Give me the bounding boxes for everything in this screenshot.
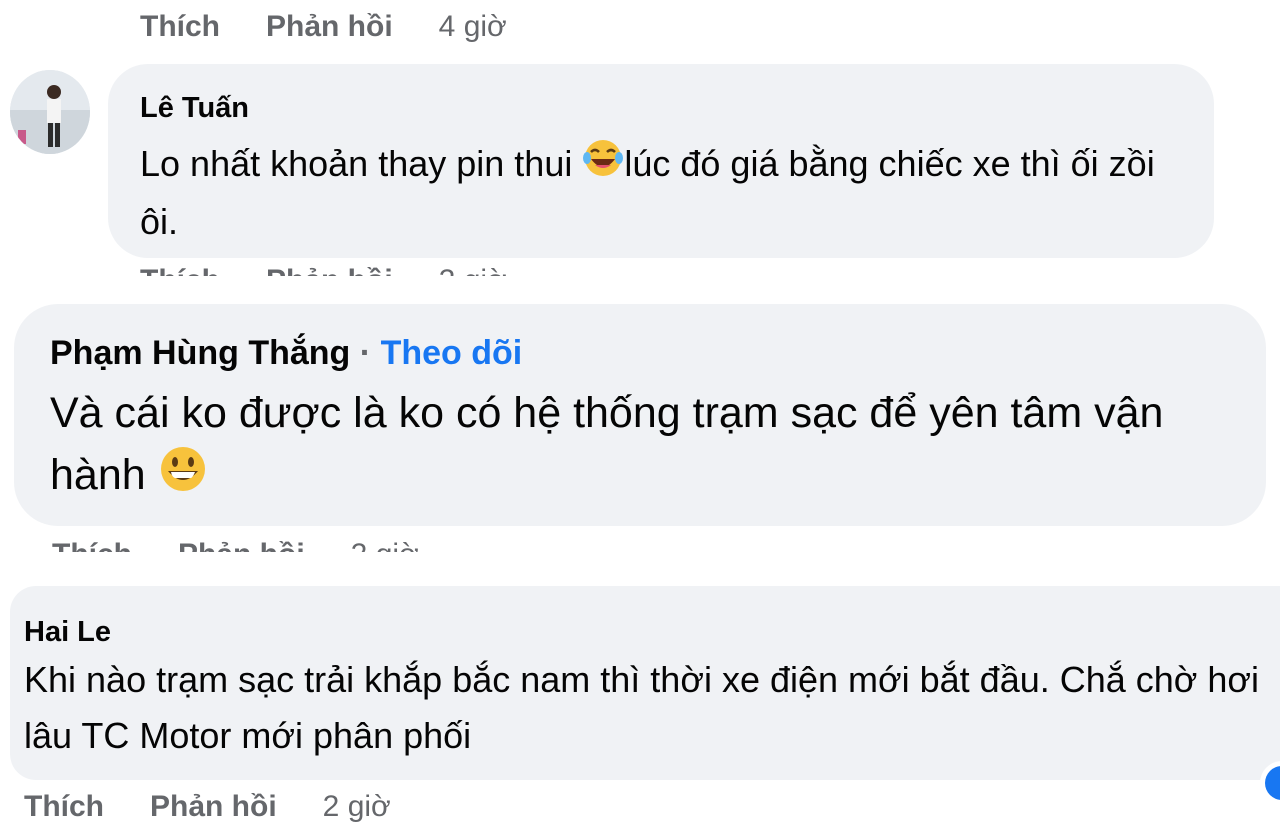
- comment-author[interactable]: Lê Tuấn: [140, 92, 249, 125]
- comment-actions: Thích Phản hồi 2 giờ: [52, 540, 419, 552]
- comment-text-part: Lo nhất khoản thay pin thui: [140, 143, 573, 184]
- comment-timestamp[interactable]: 4 giờ: [439, 10, 507, 44]
- comment-author[interactable]: Phạm Hùng Thắng: [50, 334, 350, 372]
- comment-bubble: Hai Le Khi nào trạm sạc trải khắp bắc na…: [10, 586, 1280, 780]
- comment-actions: Thích Phản hồi 2 giờ: [24, 790, 391, 824]
- comment-actions-top: Thích Phản hồi 4 giờ: [140, 10, 507, 44]
- separator-dot: ·: [359, 334, 372, 372]
- like-button[interactable]: Thích: [52, 540, 132, 552]
- comment-header: Phạm Hùng Thắng · Theo dõi: [50, 334, 522, 373]
- comment-bubble: Lê Tuấn Lo nhất khoản thay pin thui lúc …: [108, 64, 1214, 258]
- reply-button[interactable]: Phản hồi: [150, 790, 277, 824]
- comment-timestamp[interactable]: 2 giờ: [323, 790, 391, 824]
- comment-text: Lo nhất khoản thay pin thui lúc đó giá b…: [140, 136, 1170, 250]
- grinning-face-emoji: [158, 444, 208, 511]
- comment-timestamp[interactable]: 2 giờ: [351, 540, 419, 552]
- reply-button[interactable]: Phản hồi: [178, 540, 305, 552]
- comment-author[interactable]: Hai Le: [24, 616, 111, 649]
- laughing-tears-emoji: [582, 138, 624, 194]
- reply-button[interactable]: Phản hồi: [266, 266, 393, 276]
- avatar[interactable]: [10, 70, 90, 154]
- comment-text: Và cái ko được là ko có hệ thống trạm sạ…: [50, 382, 1170, 511]
- like-button[interactable]: Thích: [140, 266, 220, 276]
- comment-actions: Thích Phản hồi 2 giờ: [140, 266, 507, 276]
- avatar-photo: [10, 70, 90, 154]
- reply-button[interactable]: Phản hồi: [266, 10, 393, 44]
- like-button[interactable]: Thích: [140, 10, 220, 44]
- comment-text-part: Khi nào trạm sạc trải khắp bắc nam thì t…: [24, 659, 1260, 756]
- follow-link[interactable]: Theo dõi: [381, 334, 523, 372]
- comment-text-part: Và cái ko được là ko có hệ thống trạm sạ…: [50, 389, 1164, 499]
- comment-timestamp[interactable]: 2 giờ: [439, 266, 507, 276]
- like-reaction-icon: [1260, 761, 1280, 805]
- comment-text: Khi nào trạm sạc trải khắp bắc nam thì t…: [24, 652, 1279, 764]
- reaction-badge[interactable]: [1256, 758, 1280, 808]
- like-button[interactable]: Thích: [24, 790, 104, 824]
- comment-bubble: Phạm Hùng Thắng · Theo dõi Và cái ko đượ…: [14, 304, 1266, 526]
